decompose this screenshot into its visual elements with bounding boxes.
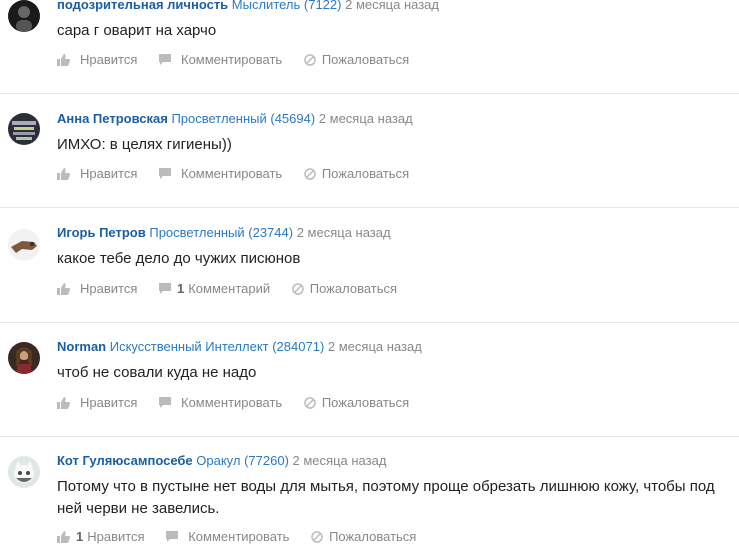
answer-header: Анна Петровская Просветленный (45694) 2 … xyxy=(57,111,413,126)
comment-label: Комментарий xyxy=(188,281,271,297)
comment-icon xyxy=(166,530,179,542)
user-avatar-icon xyxy=(16,6,32,32)
answer-actions: 1 Нравится Комментировать Пожаловаться xyxy=(57,528,434,544)
avatar[interactable] xyxy=(8,229,40,261)
author-name[interactable]: Анна Петровская xyxy=(57,111,168,126)
comment-icon xyxy=(159,53,171,65)
thumbs-up-icon xyxy=(57,530,70,543)
answer-header: подозрительная личность Мыслитель (7122)… xyxy=(57,0,439,12)
author-rank[interactable]: Оракул (77260) xyxy=(196,453,289,468)
comment-button[interactable]: Комментировать xyxy=(159,52,282,67)
divider xyxy=(0,436,739,437)
report-button[interactable]: Пожаловаться xyxy=(311,529,416,544)
like-label: Нравится xyxy=(80,166,138,182)
comment-button[interactable]: 1 Комментарий xyxy=(159,281,270,296)
thumbs-up-icon xyxy=(57,282,70,295)
like-button[interactable]: 1 Нравится xyxy=(57,529,145,544)
thumbs-up-icon xyxy=(57,167,70,180)
block-icon xyxy=(304,396,316,409)
answer-header: Norman Искусственный Интеллект (284071) … xyxy=(57,339,422,354)
like-label: Нравится xyxy=(80,52,138,68)
like-button[interactable]: Нравится xyxy=(57,395,137,410)
report-label: Пожаловаться xyxy=(321,166,410,182)
avatar[interactable] xyxy=(8,0,40,32)
answer-actions: Нравится Комментировать Пожаловаться xyxy=(57,51,427,67)
report-button[interactable]: Пожаловаться xyxy=(292,281,397,296)
user-avatar-icon xyxy=(14,461,34,483)
answer-text: какое тебе дело до чужих писюнов xyxy=(57,250,301,267)
report-label: Пожаловаться xyxy=(321,52,410,68)
answer-text: Потому что в пустыне нет воды для мытья,… xyxy=(57,478,715,517)
answer-text: ИМХО: в целях гигиены)) xyxy=(57,136,232,153)
avatar[interactable] xyxy=(8,113,40,145)
answer-time: 2 месяца назад xyxy=(327,339,422,354)
author-name[interactable]: Norman xyxy=(57,339,106,354)
thumbs-up-icon xyxy=(57,53,70,66)
author-rank[interactable]: Просветленный (45694) xyxy=(171,111,315,126)
report-button[interactable]: Пожаловаться xyxy=(304,395,409,410)
comment-count: 1 xyxy=(177,281,185,297)
comment-button[interactable]: Комментировать xyxy=(159,395,282,410)
report-button[interactable]: Пожаловаться xyxy=(304,52,409,67)
report-button[interactable]: Пожаловаться xyxy=(304,166,409,181)
author-name[interactable]: Игорь Петров xyxy=(57,225,146,240)
answer-time: 2 месяца назад xyxy=(292,453,387,468)
comment-label: Комментировать xyxy=(181,395,283,411)
thumbs-up-icon xyxy=(57,396,70,409)
answer-text: чтоб не совали куда не надо xyxy=(57,364,257,381)
comment-label: Комментировать xyxy=(188,529,290,544)
like-label: Нравится xyxy=(87,529,145,544)
block-icon xyxy=(292,282,304,295)
like-label: Нравится xyxy=(80,281,138,297)
answer-header: Игорь Петров Просветленный (23744) 2 мес… xyxy=(57,225,391,240)
like-count: 1 xyxy=(76,529,84,544)
block-icon xyxy=(304,167,316,180)
comment-button[interactable]: Комментировать xyxy=(166,529,289,544)
block-icon xyxy=(311,530,323,543)
answer-time: 2 месяца назад xyxy=(296,225,391,240)
answer-time: 2 месяца назад xyxy=(318,111,413,126)
comment-icon xyxy=(159,167,171,179)
answer-actions: Нравится Комментировать Пожаловаться xyxy=(57,165,427,181)
divider xyxy=(0,93,739,94)
like-button[interactable]: Нравится xyxy=(57,166,137,181)
author-rank[interactable]: Искусственный Интеллект (284071) xyxy=(110,339,325,354)
user-avatar-icon xyxy=(16,347,32,374)
report-label: Пожаловаться xyxy=(309,281,398,297)
report-label: Пожаловаться xyxy=(321,395,410,411)
answer-actions: Нравится 1 Комментарий Пожаловаться xyxy=(57,280,415,296)
comment-icon xyxy=(159,282,171,294)
answer-time: 2 месяца назад xyxy=(345,0,439,12)
comment-button[interactable]: Комментировать xyxy=(159,166,282,181)
user-avatar-icon xyxy=(11,241,37,253)
author-rank[interactable]: Просветленный (23744) xyxy=(149,225,293,240)
user-avatar-icon xyxy=(12,121,36,140)
author-rank[interactable]: Мыслитель (7122) xyxy=(232,0,342,12)
comment-label: Комментировать xyxy=(181,52,283,68)
author-name[interactable]: подозрительная личность xyxy=(57,0,228,12)
answer-actions: Нравится Комментировать Пожаловаться xyxy=(57,394,427,410)
answer-text: сара г оварит на харчо xyxy=(57,22,217,39)
like-button[interactable]: Нравится xyxy=(57,281,137,296)
comment-icon xyxy=(159,396,171,408)
comment-label: Комментировать xyxy=(181,166,283,182)
avatar[interactable] xyxy=(8,342,40,374)
divider xyxy=(0,207,739,208)
answer-header: Кот Гуляюсампосебе Оракул (77260) 2 меся… xyxy=(57,453,386,468)
like-label: Нравится xyxy=(80,395,138,411)
like-button[interactable]: Нравится xyxy=(57,52,137,67)
author-name[interactable]: Кот Гуляюсампосебе xyxy=(57,453,193,468)
block-icon xyxy=(304,53,316,66)
report-label: Пожаловаться xyxy=(329,529,417,544)
divider xyxy=(0,322,739,323)
avatar[interactable] xyxy=(8,456,40,488)
